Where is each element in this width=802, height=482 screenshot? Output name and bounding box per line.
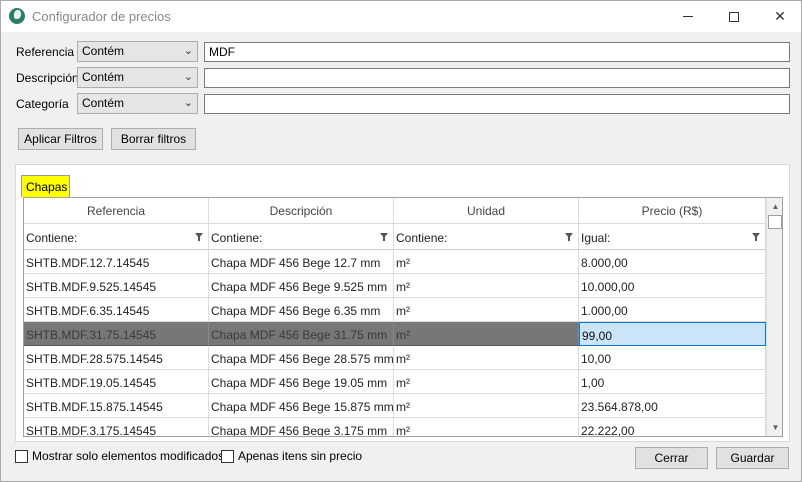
window-title: Configurador de precios — [32, 9, 171, 24]
cell-unidad[interactable]: m² — [394, 346, 579, 370]
cell-descripcion[interactable]: Chapa MDF 456 Bege 3.175 mm — [209, 418, 394, 436]
cell-referencia[interactable]: SHTB.MDF.31.75.14545 — [24, 322, 209, 346]
filter-label-categoria: Categoría — [16, 97, 69, 111]
cell-descripcion[interactable]: Chapa MDF 456 Bege 9.525 mm — [209, 274, 394, 298]
close-button[interactable]: Cerrar — [635, 447, 708, 469]
apply-filters-button[interactable]: Aplicar Filtros — [18, 128, 103, 150]
column-header-descripcion[interactable]: Descripción — [209, 198, 394, 224]
cell-unidad[interactable]: m² — [394, 322, 579, 346]
tab-chapas[interactable]: Chapas — [21, 175, 70, 197]
column-header-unidad[interactable]: Unidad — [394, 198, 579, 224]
column-filter-label: Contiene: — [396, 231, 448, 245]
table-row[interactable]: SHTB.MDF.9.525.14545 Chapa MDF 456 Bege 9… — [24, 274, 766, 298]
cell-descripcion[interactable]: Chapa MDF 456 Bege 31.75 mm — [209, 322, 394, 346]
column-filter-label: Contiene: — [26, 231, 78, 245]
cell-unidad[interactable]: m² — [394, 250, 579, 274]
cell-referencia[interactable]: SHTB.MDF.3.175.14545 — [24, 418, 209, 436]
cell-unidad[interactable]: m² — [394, 394, 579, 418]
title-bar: Configurador de precios ✕ — [1, 1, 801, 32]
maximize-icon — [729, 11, 739, 22]
cell-unidad[interactable]: m² — [394, 370, 579, 394]
cell-unidad[interactable]: m² — [394, 418, 579, 436]
scroll-down-icon[interactable]: ▼ — [767, 419, 782, 436]
checkbox-no-price[interactable]: Apenas itens sin precio — [221, 448, 362, 464]
filter-input-referencia[interactable]: MDF — [204, 42, 790, 62]
minimize-button[interactable] — [665, 1, 711, 32]
cell-descripcion[interactable]: Chapa MDF 456 Bege 28.575 mm — [209, 346, 394, 370]
cell-referencia[interactable]: SHTB.MDF.28.575.14545 — [24, 346, 209, 370]
scrollbar-thumb[interactable] — [768, 215, 782, 229]
filter-label-referencia: Referencia — [16, 45, 75, 59]
close-icon: ✕ — [774, 8, 786, 24]
cell-descripcion[interactable]: Chapa MDF 456 Bege 12.7 mm — [209, 250, 394, 274]
cell-descripcion[interactable]: Chapa MDF 456 Bege 19.05 mm — [209, 370, 394, 394]
price-configurator-window: Configurador de precios ✕ Referencia Con… — [0, 0, 802, 482]
cell-descripcion[interactable]: Chapa MDF 456 Bege 6.35 mm — [209, 298, 394, 322]
filter-operator-descripcion[interactable]: Contém ⌄ — [77, 67, 198, 88]
column-filter-label: Contiene: — [211, 231, 263, 245]
cell-referencia[interactable]: SHTB.MDF.15.875.14545 — [24, 394, 209, 418]
vertical-scrollbar[interactable]: ▲ ▼ — [766, 198, 782, 436]
checkbox-label: Mostrar solo elementos modificados — [32, 449, 225, 463]
column-header-precio[interactable]: Precio (R$) — [579, 198, 766, 224]
column-filter-descripcion[interactable]: Contiene: — [209, 224, 394, 250]
table-row[interactable]: SHTB.MDF.28.575.14545 Chapa MDF 456 Bege … — [24, 346, 766, 370]
minimize-icon — [683, 16, 693, 17]
table-row[interactable]: SHTB.MDF.15.875.14545 Chapa MDF 456 Bege … — [24, 394, 766, 418]
table-row[interactable]: SHTB.MDF.19.05.14545 Chapa MDF 456 Bege 1… — [24, 370, 766, 394]
close-window-button[interactable]: ✕ — [757, 1, 802, 32]
checkbox-label: Apenas itens sin precio — [238, 449, 363, 463]
cell-referencia[interactable]: SHTB.MDF.6.35.14545 — [24, 298, 209, 322]
table-row[interactable]: SHTB.MDF.6.35.14545 Chapa MDF 456 Bege 6.… — [24, 298, 766, 322]
column-header-referencia[interactable]: Referencia — [24, 198, 209, 224]
filter-operator-value: Contém — [82, 96, 125, 110]
column-filter-label: Igual: — [581, 231, 611, 245]
filter-operator-value: Contém — [82, 44, 125, 58]
table-row[interactable]: SHTB.MDF.12.7.14545 Chapa MDF 456 Bege 12… — [24, 250, 766, 274]
cell-referencia[interactable]: SHTB.MDF.12.7.14545 — [24, 250, 209, 274]
table-row[interactable]: SHTB.MDF.3.175.14545 Chapa MDF 456 Bege 3… — [24, 418, 766, 436]
filter-operator-value: Contém — [82, 70, 125, 84]
cell-precio[interactable]: 1,00 — [579, 370, 766, 394]
chevron-down-icon: ⌄ — [183, 71, 193, 83]
cell-referencia[interactable]: SHTB.MDF.9.525.14545 — [24, 274, 209, 298]
cell-unidad[interactable]: m² — [394, 274, 579, 298]
checkbox-box[interactable] — [221, 449, 234, 463]
app-icon — [9, 8, 25, 24]
cell-descripcion[interactable]: Chapa MDF 456 Bege 15.875 mm — [209, 394, 394, 418]
maximize-button[interactable] — [711, 1, 757, 32]
filter-label-descripcion: Descripción — [16, 71, 79, 85]
cell-precio[interactable]: 10.000,00 — [579, 274, 766, 298]
cell-precio[interactable]: 23.564.878,00 — [579, 394, 766, 418]
cell-unidad[interactable]: m² — [394, 298, 579, 322]
cell-precio[interactable]: 1.000,00 — [579, 298, 766, 322]
clear-filters-button[interactable]: Borrar filtros — [111, 128, 196, 150]
scroll-up-icon[interactable]: ▲ — [767, 198, 782, 215]
table-row[interactable]: SHTB.MDF.31.75.14545 Chapa MDF 456 Bege 3… — [24, 322, 766, 346]
cell-precio[interactable]: 22.222,00 — [579, 418, 766, 436]
column-filter-unidad[interactable]: Contiene: — [394, 224, 579, 250]
filter-funnel-icon[interactable] — [380, 233, 388, 241]
column-filter-precio[interactable]: Igual: — [579, 224, 766, 250]
cell-precio[interactable]: 10,00 — [579, 346, 766, 370]
price-table: Referencia Descripción Unidad Precio (R$… — [23, 197, 783, 437]
cell-precio[interactable]: 8.000,00 — [579, 250, 766, 274]
save-button[interactable]: Guardar — [716, 447, 789, 469]
filter-input-categoria[interactable] — [204, 94, 790, 114]
chevron-down-icon: ⌄ — [183, 97, 193, 109]
cell-precio[interactable]: 99,00 — [579, 322, 766, 346]
filter-input-descripcion[interactable] — [204, 68, 790, 88]
filter-operator-referencia[interactable]: Contém ⌄ — [77, 41, 198, 62]
checkbox-box[interactable] — [15, 449, 28, 463]
filter-funnel-icon[interactable] — [195, 233, 203, 241]
cell-referencia[interactable]: SHTB.MDF.19.05.14545 — [24, 370, 209, 394]
filter-funnel-icon[interactable] — [565, 233, 573, 241]
checkbox-modified-only[interactable]: Mostrar solo elementos modificados — [15, 448, 224, 464]
column-filter-referencia[interactable]: Contiene: — [24, 224, 209, 250]
filter-operator-categoria[interactable]: Contém ⌄ — [77, 93, 198, 114]
filter-funnel-icon[interactable] — [752, 233, 760, 241]
chevron-down-icon: ⌄ — [183, 45, 193, 57]
